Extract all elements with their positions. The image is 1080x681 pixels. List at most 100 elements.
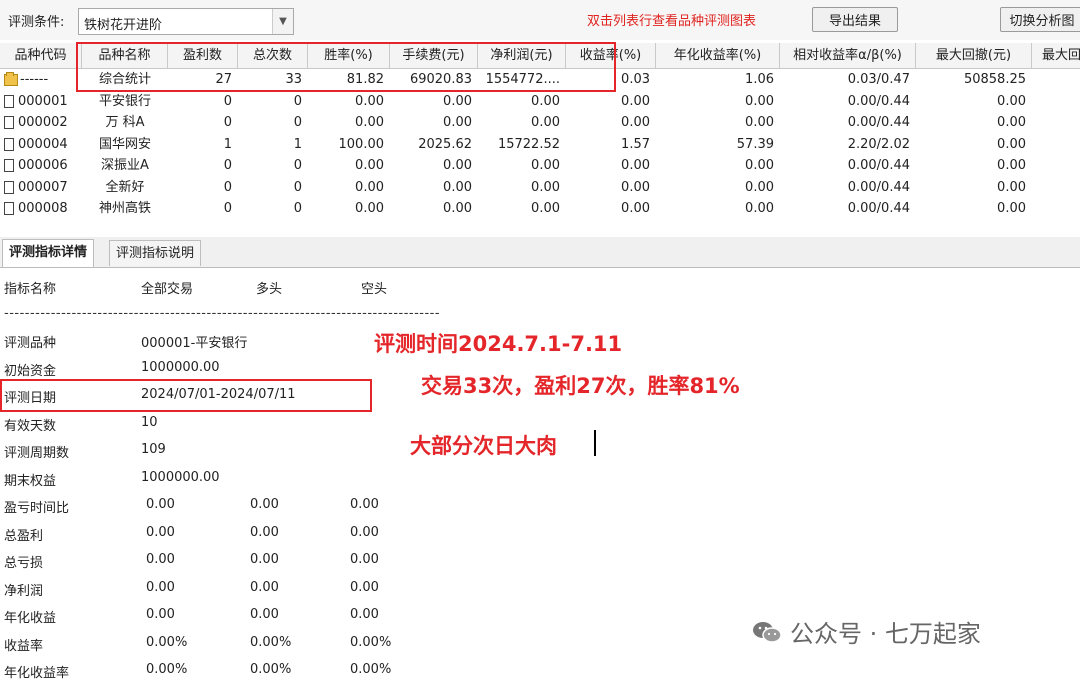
table-row[interactable]: 000001 平安银行 0 0 0.00 0.00 0.00 0.00 0.00 0.00/0.4…	[0, 91, 1080, 113]
detail-label: 总盈利	[4, 528, 44, 544]
cell-total: 0	[293, 115, 302, 130]
cell-total: 0	[293, 201, 302, 216]
tab-indicator-description[interactable]: 评测指标说明	[109, 240, 202, 266]
code-text: ------	[20, 72, 49, 87]
detail-v3: 0.00%	[350, 634, 392, 650]
wechat-icon	[753, 621, 782, 643]
annotation-test-period: 评测时间2024.7.1-7.11	[374, 332, 623, 356]
detail-v2: 0.00	[250, 607, 279, 622]
folder-icon	[4, 71, 18, 86]
cell-fee: 0.00	[443, 115, 472, 130]
cell-win: 0	[223, 115, 232, 130]
column-header[interactable]: 最大回	[1032, 43, 1080, 68]
column-header[interactable]: 最大回撤(元)	[916, 43, 1032, 68]
cell-rate: 100.00	[338, 136, 385, 152]
cell-name: 全新好	[105, 179, 145, 195]
export-button[interactable]: 导出结果	[812, 7, 898, 32]
detail-v1: 0.00	[146, 497, 175, 512]
detail-v1: 10	[141, 414, 158, 430]
detail-v3: 0.00	[350, 524, 379, 540]
column-header[interactable]: 品种代码	[0, 43, 82, 68]
detail-v1: 1000000.00	[141, 359, 220, 375]
condition-label: 评测条件:	[8, 15, 65, 30]
cell-ab: 0.03/0.47	[847, 72, 910, 87]
cell-code: 000007	[0, 177, 82, 198]
detail-v2: 0.00	[250, 552, 279, 567]
cell-fee: 2025.62	[418, 136, 472, 152]
detail-label: 期末权益	[4, 473, 57, 489]
switch-chart-button[interactable]: 切换分析图	[1000, 7, 1080, 32]
annotation-trade-summary: 交易33次，盈利27次，胜率81%	[421, 374, 740, 398]
tab-bar: 评测指标详情 评测指标说明	[0, 237, 1080, 268]
cell-code: 000006	[0, 155, 82, 176]
column-header[interactable]: 年化收益率(%)	[656, 43, 780, 68]
cell-annual: 57.39	[736, 136, 774, 152]
detail-v2: 0.00	[250, 579, 279, 595]
detail-v1: 109	[141, 442, 166, 457]
cell-ab: 2.20/2.02	[847, 136, 910, 152]
condition-dropdown[interactable]: 铁树花开进阶 ▼	[78, 8, 294, 35]
cell-rate: 0.00	[355, 201, 384, 216]
cell-profit: 0.00	[531, 115, 560, 130]
cell-total: 0	[293, 179, 302, 195]
cell-annual: 0.00	[745, 179, 774, 195]
cell-profit: 0.00	[531, 179, 560, 195]
toolbar: 评测条件: 铁树花开进阶 ▼ 双击列表行查看品种评测图表 导出结果 切换分析图	[0, 0, 1080, 40]
detail-label: 总亏损	[4, 556, 44, 571]
cell-profit: 0.00	[531, 93, 560, 109]
cell-ab: 0.00/0.44	[847, 201, 910, 216]
cell-fee: 0.00	[443, 93, 472, 109]
detail-v1: 000001-平安银行	[141, 336, 248, 351]
cell-ab: 0.00/0.44	[847, 158, 910, 173]
cell-dd: 50858.25	[963, 72, 1026, 87]
hint-text: 双击列表行查看品种评测图表	[587, 14, 757, 29]
detail-label: 净利润	[4, 583, 44, 599]
cell-dd: 0.00	[997, 201, 1026, 216]
cell-name: 深振业A	[101, 158, 149, 173]
detail-v3: 0.00%	[350, 662, 392, 677]
cell-dd: 0.00	[997, 93, 1026, 109]
document-icon	[4, 159, 14, 172]
detail-label: 年化收益	[4, 611, 57, 626]
detail-v1: 0.00%	[146, 662, 188, 677]
cell-code: 000008	[0, 198, 82, 219]
cell-ret: 0.00	[621, 158, 650, 173]
table-row[interactable]: 000004 国华网安 1 1 100.00 2025.62 15722.52 1.57 57.…	[0, 134, 1080, 156]
table-row[interactable]: 000006 深振业A 0 0 0.00 0.00 0.00 0.00 0.00 0.00/0.4…	[0, 155, 1080, 177]
cell-ret: 1.57	[621, 136, 650, 152]
highlight-box-summary	[76, 42, 616, 92]
detail-label: 评测周期数	[4, 446, 70, 461]
annotation-next-day: 大部分次日大肉	[410, 434, 557, 458]
cell-dd: 0.00	[997, 136, 1026, 152]
cell-ret: 0.00	[621, 93, 650, 109]
cell-fee: 0.00	[443, 158, 472, 173]
cell-total: 0	[293, 93, 302, 109]
cell-name: 平安银行	[98, 93, 151, 109]
table-row[interactable]: 000002 万 科A 0 0 0.00 0.00 0.00 0.00 0.00 0.00/0.4…	[0, 112, 1080, 134]
column-header[interactable]: 相对收益率α/β(%)	[780, 43, 916, 68]
condition-value: 铁树花开进阶	[84, 18, 163, 33]
detail-v1: 0.00%	[146, 634, 188, 650]
cell-dd: 0.00	[997, 158, 1026, 173]
detail-header-long: 多头	[256, 282, 283, 297]
code-text: 000001	[18, 93, 68, 109]
tab-indicator-details[interactable]: 评测指标详情	[2, 239, 95, 267]
code-text: 000006	[18, 158, 68, 173]
detail-header-short: 空头	[361, 282, 388, 297]
detail-v2: 0.00%	[250, 634, 292, 650]
cell-code: ------	[0, 69, 82, 90]
cell-fee: 0.00	[443, 201, 472, 216]
cell-annual: 0.00	[745, 201, 774, 216]
cell-name: 神州高铁	[98, 201, 151, 216]
table-row[interactable]: 000008 神州高铁 0 0 0.00 0.00 0.00 0.00 0.00 0.00/0.4…	[0, 198, 1080, 220]
cell-code: 000004	[0, 134, 82, 155]
cell-profit: 15722.52	[497, 136, 560, 152]
cell-win: 0	[223, 201, 232, 216]
cell-dd: 0.00	[997, 115, 1026, 130]
chevron-down-icon[interactable]: ▼	[272, 9, 293, 34]
text-cursor	[594, 430, 596, 456]
table-row[interactable]: 000007 全新好 0 0 0.00 0.00 0.00 0.00 0.00 0.00/0.44…	[0, 177, 1080, 199]
cell-win: 0	[223, 179, 232, 195]
cell-name: 万 科A	[105, 115, 145, 130]
detail-label: 收益率	[4, 638, 44, 654]
